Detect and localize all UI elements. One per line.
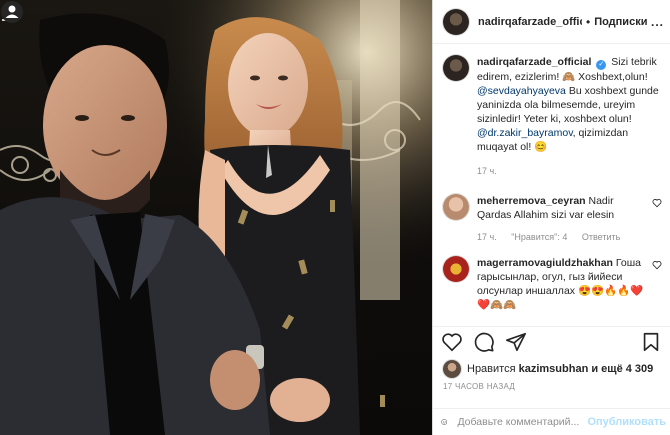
caption-mention-1[interactable]: @sevdayahyayeva bbox=[477, 85, 566, 97]
liker-username[interactable]: kazimsubhan bbox=[519, 363, 589, 375]
comment-username[interactable]: meherremova_ceyran bbox=[477, 195, 586, 207]
author-avatar[interactable] bbox=[443, 8, 469, 35]
caption-username[interactable]: nadirqafarzade_official bbox=[477, 56, 591, 68]
post-timestamp[interactable]: 17 ЧАСОВ НАЗАД bbox=[443, 382, 515, 391]
caption-avatar[interactable] bbox=[443, 55, 469, 81]
comment-time[interactable]: 17 ч. bbox=[477, 232, 497, 242]
post-side-panel: nadirqafarzade_official • Подписки ... n… bbox=[432, 0, 670, 435]
share-icon[interactable] bbox=[505, 331, 527, 353]
publish-button[interactable]: Опубликовать bbox=[587, 416, 666, 428]
emoji-icon[interactable] bbox=[441, 412, 448, 432]
following-button[interactable]: Подписки bbox=[594, 16, 647, 28]
header-separator: • bbox=[586, 14, 591, 29]
more-options-icon[interactable]: ... bbox=[651, 15, 664, 29]
bookmark-icon[interactable] bbox=[640, 331, 662, 353]
comment-item: meherremova_ceyran Nadir Qardas Allahim … bbox=[433, 194, 670, 242]
comment-text: meherremova_ceyran Nadir Qardas Allahim … bbox=[477, 194, 662, 222]
comment-input[interactable] bbox=[455, 415, 588, 429]
caption: nadirqafarzade_official ✓ Sizi tebrik ed… bbox=[433, 55, 670, 176]
post-photo[interactable] bbox=[0, 0, 432, 435]
liker-avatar[interactable] bbox=[443, 360, 461, 378]
caption-mention-2[interactable]: @dr.zakir_bayramov bbox=[477, 127, 573, 139]
comment-like-icon[interactable] bbox=[652, 198, 662, 208]
comment-avatar[interactable] bbox=[443, 194, 469, 220]
comment-likes[interactable]: "Нравится": 4 bbox=[511, 232, 567, 242]
likes-prefix: Нравится bbox=[467, 363, 516, 375]
user-tag-icon[interactable] bbox=[0, 0, 24, 24]
comment-like-icon[interactable] bbox=[652, 260, 662, 270]
comment-reply-button[interactable]: Ответить bbox=[582, 232, 620, 242]
photo-illustration bbox=[0, 0, 432, 435]
heart-icon[interactable] bbox=[441, 331, 463, 353]
post-actions bbox=[433, 326, 670, 357]
comment-username[interactable]: magerramovagiuldzhakhan bbox=[477, 257, 613, 269]
caption-meta: 17 ч. bbox=[477, 166, 662, 176]
comments-list: nadirqafarzade_official ✓ Sizi tebrik ed… bbox=[433, 44, 670, 326]
verified-icon: ✓ bbox=[596, 60, 607, 70]
add-comment-bar: Опубликовать bbox=[433, 408, 670, 435]
author-username[interactable]: nadirqafarzade_official bbox=[478, 16, 582, 28]
likes-count[interactable]: и ещё 4 309 bbox=[591, 363, 653, 375]
comment-avatar[interactable] bbox=[443, 256, 469, 282]
comment-text: magerramovagiuldzhakhan Гоша гарысынлар,… bbox=[477, 256, 662, 312]
comment-meta: 17 ч. "Нравится": 4 Ответить bbox=[477, 232, 662, 242]
post-header: nadirqafarzade_official • Подписки ... bbox=[433, 0, 670, 44]
caption-text: nadirqafarzade_official ✓ Sizi tebrik ed… bbox=[477, 55, 662, 154]
likes-summary: Нравится kazimsubhan и ещё 4 309 bbox=[443, 360, 662, 378]
comment-item: magerramovagiuldzhakhan Гоша гарысынлар,… bbox=[433, 256, 670, 312]
caption-time[interactable]: 17 ч. bbox=[477, 166, 497, 176]
comment-icon[interactable] bbox=[473, 331, 495, 353]
